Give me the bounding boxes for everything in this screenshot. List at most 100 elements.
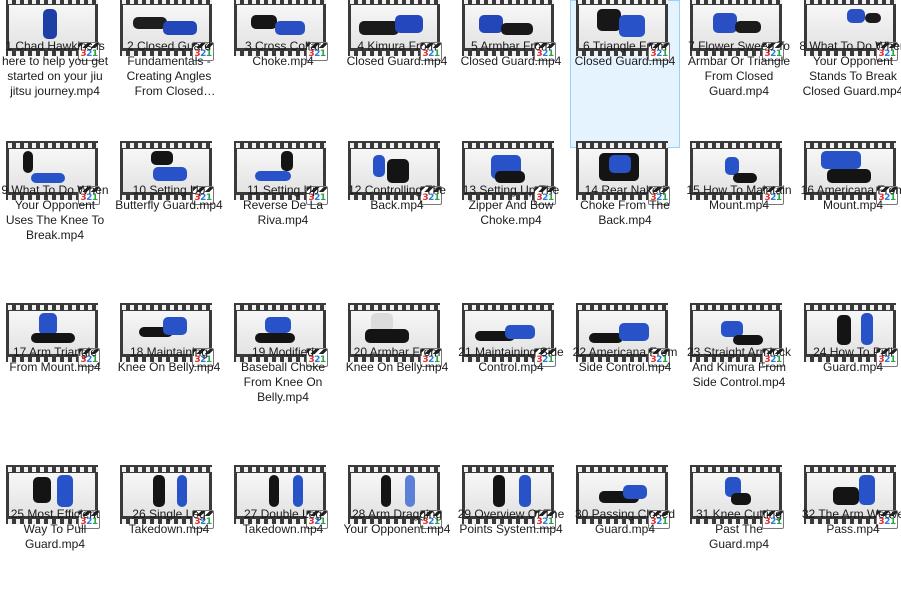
file-item-32-the-arm-weave-pass[interactable]: 321 32 The Arm Weave Pass.mp4 (798, 465, 901, 616)
file-item-22-americana-from-side-control[interactable]: 321 22 Americana From Side Control.mp4 (570, 303, 680, 454)
file-item-6-triangle-from-closed-guard[interactable]: 321 6 Triangle From Closed Guard.mp4 (570, 0, 680, 148)
file-name-label: 12 Controlling The Back.mp4 (348, 183, 446, 212)
person-figure (735, 21, 761, 33)
person-figure (519, 475, 531, 507)
film-strip-icon (348, 303, 440, 310)
film-strip-icon (234, 141, 326, 148)
person-figure (493, 475, 505, 507)
file-name-label: 29 Overview Of The Points System.mp4 (457, 507, 565, 536)
file-item-11-setting-up-reverse-de-la-riva[interactable]: 321 11 Setting Up Reverse De La Riva.mp4 (228, 141, 338, 292)
film-strip-icon (348, 141, 440, 148)
person-figure (609, 155, 631, 173)
person-figure (365, 329, 409, 343)
film-strip-icon (576, 141, 668, 148)
person-figure (623, 485, 647, 499)
film-strip-icon (348, 465, 440, 472)
file-name-label: 16 Americana From Mount.mp4 (800, 183, 901, 212)
file-item-18-maintaining-knee-on-belly[interactable]: 321 18 Maintaining Knee On Belly.mp4 (114, 303, 224, 454)
file-name-label: 13 Setting Up The Zipper And Bow Choke.m… (462, 183, 560, 227)
file-item-19-modified-baseball-choke-from-knee-on-belly[interactable]: 321 19 Modified Baseball Choke From Knee … (228, 303, 338, 454)
file-item-27-double-leg-takedown[interactable]: 321 27 Double Leg Takedown.mp4 (228, 465, 338, 616)
file-name-label: 31 Knee Cutting Past The Guard.mp4 (695, 507, 783, 551)
file-item-15-how-to-maintain-mount[interactable]: 321 15 How To Maintain Mount.mp4 (684, 141, 794, 292)
person-figure (837, 315, 851, 345)
file-item-24-how-to-pull-guard[interactable]: 321 24 How To Pull Guard.mp4 (798, 303, 901, 454)
person-figure (23, 151, 33, 173)
person-figure (373, 155, 385, 177)
file-item-2-closed-guard-fundamentals-creating-angles-from-closed-guard[interactable]: 321 2 Closed Guard Fundamentals - Creatin… (114, 0, 224, 148)
film-strip-icon (234, 465, 326, 472)
file-name-label: 30 Passing Closed Guard.mp4 (574, 507, 676, 536)
film-strip-icon (576, 465, 668, 472)
file-item-16-americana-from-mount[interactable]: 321 16 Americana From Mount.mp4 (798, 141, 901, 292)
person-figure (731, 493, 751, 505)
file-item-10-setting-up-butterfly-guard[interactable]: 321 10 Setting Up Butterfly Guard.mp4 (114, 141, 224, 292)
file-name-label: 24 How To Pull Guard.mp4 (813, 345, 893, 374)
film-strip-icon (804, 303, 896, 310)
film-strip-icon (804, 465, 896, 472)
file-item-3-cross-collar-choke[interactable]: 321 3 Cross Collar Choke.mp4 (228, 0, 338, 148)
film-strip-icon (576, 0, 668, 4)
file-item-23-straight-armlock-and-kimura-from-side-control[interactable]: 321 23 Straight Armlock And Kimura From S… (684, 303, 794, 454)
person-figure (821, 151, 861, 169)
file-name-label: 26 Single Leg Takedown.mp4 (128, 507, 210, 536)
person-figure (151, 151, 173, 165)
file-name-label: 3 Cross Collar Choke.mp4 (244, 39, 322, 68)
file-name-label: 15 How To Maintain Mount.mp4 (686, 183, 792, 212)
person-figure (733, 335, 763, 345)
person-figure (861, 313, 873, 345)
person-figure (405, 475, 415, 507)
file-item-7-flower-sweep-to-armbar-or-triangle-from-closed-guard[interactable]: 321 7 Flower Sweep To Armbar Or Triangle … (684, 0, 794, 148)
film-strip-icon (234, 0, 326, 4)
person-figure (395, 15, 423, 33)
person-figure (381, 475, 391, 507)
film-strip-icon (690, 303, 782, 310)
file-name-label: 17 Arm Triangle From Mount.mp4 (9, 345, 101, 374)
file-item-30-passing-closed-guard[interactable]: 321 30 Passing Closed Guard.mp4 (570, 465, 680, 616)
person-figure (163, 21, 197, 35)
file-item-9-what-to-do-when-your-opponent-uses-the-knee-to-break[interactable]: 321 9 What To Do When Your Opponent Uses … (0, 141, 110, 292)
film-strip-icon (804, 141, 896, 148)
file-item-5-armbar-from-closed-guard[interactable]: 321 5 Armbar From Closed Guard.mp4 (456, 0, 566, 148)
file-item-13-setting-up-the-zipper-and-bow-choke[interactable]: 321 13 Setting Up The Zipper And Bow Chok… (456, 141, 566, 292)
file-item-28-arm-dragging-your-opponent[interactable]: 321 28 Arm Dragging Your Opponent.mp4 (342, 465, 452, 616)
person-figure (827, 169, 871, 183)
person-figure (359, 21, 399, 35)
person-figure (31, 333, 75, 343)
file-name-label: 20 Armbar From Knee On Belly.mp4 (345, 345, 449, 374)
file-item-1-chad-hawkins-is-here-to-help-you-get-started-on-your-jiu-jitsu-journey[interactable]: 321 1 Chad Hawkins is here to help you ge… (0, 0, 110, 148)
person-figure (589, 333, 623, 343)
person-figure (479, 15, 503, 33)
file-item-31-knee-cutting-past-the-guard[interactable]: 321 31 Knee Cutting Past The Guard.mp4 (684, 465, 794, 616)
file-item-20-armbar-from-knee-on-belly[interactable]: 321 20 Armbar From Knee On Belly.mp4 (342, 303, 452, 454)
file-item-21-maintaining-side-control[interactable]: 321 21 Maintaining Side Control.mp4 (456, 303, 566, 454)
person-figure (33, 477, 51, 503)
person-figure (153, 167, 187, 181)
file-item-12-controlling-the-back[interactable]: 321 12 Controlling The Back.mp4 (342, 141, 452, 292)
file-name-label: 27 Double Leg Takedown.mp4 (242, 507, 324, 536)
film-strip-icon (462, 465, 554, 472)
file-name-label: 5 Armbar From Closed Guard.mp4 (460, 39, 562, 68)
film-strip-icon (6, 141, 98, 148)
file-item-17-arm-triangle-from-mount[interactable]: 321 17 Arm Triangle From Mount.mp4 (0, 303, 110, 454)
file-name-label: 6 Triangle From Closed Guard.mp4 (574, 39, 676, 68)
person-figure (31, 173, 65, 183)
file-item-14-rear-naked-choke-from-the-back[interactable]: 321 14 Rear Naked Choke From The Back.mp4 (570, 141, 680, 292)
file-name-label: 18 Maintaining Knee On Belly.mp4 (117, 345, 221, 374)
person-figure (495, 171, 525, 183)
file-item-29-overview-of-the-points-system[interactable]: 321 29 Overview Of The Points System.mp4 (456, 465, 566, 616)
file-name-label: 10 Setting Up Butterfly Guard.mp4 (115, 183, 223, 212)
person-figure (859, 475, 875, 505)
file-item-26-single-leg-takedown[interactable]: 321 26 Single Leg Takedown.mp4 (114, 465, 224, 616)
film-strip-icon (6, 465, 98, 472)
person-figure (833, 487, 859, 505)
file-name-label: 4 Kimura From Closed Guard.mp4 (346, 39, 448, 68)
file-item-8-what-to-do-when-your-opponent-stands-to-break-closed-guard[interactable]: 321 8 What To Do When Your Opponent Stand… (798, 0, 901, 148)
film-strip-icon (690, 141, 782, 148)
file-name-label: 25 Most Efficient Way To Pull Guard.mp4 (10, 507, 100, 551)
file-item-4-kimura-from-closed-guard[interactable]: 321 4 Kimura From Closed Guard.mp4 (342, 0, 452, 148)
film-strip-icon (462, 141, 554, 148)
file-name-label: 14 Rear Naked Choke From The Back.mp4 (580, 183, 670, 227)
file-name-label: 28 Arm Dragging Your Opponent.mp4 (343, 507, 451, 536)
file-item-25-most-efficient-way-to-pull-guard[interactable]: 321 25 Most Efficient Way To Pull Guard.m… (0, 465, 110, 616)
